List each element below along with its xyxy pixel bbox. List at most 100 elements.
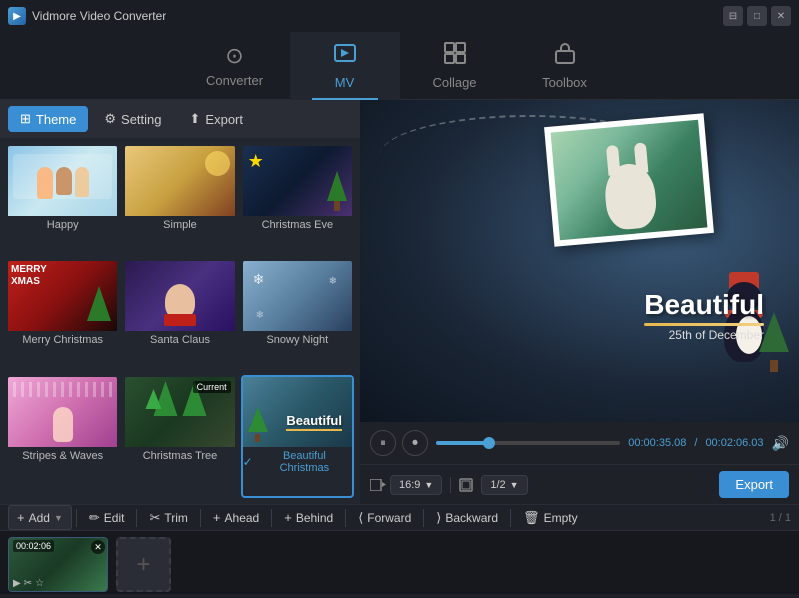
quality-icon bbox=[459, 478, 473, 492]
check-icon: ✓ bbox=[243, 455, 253, 469]
edit-button[interactable]: ✏ Edit bbox=[81, 506, 133, 530]
app-title: Vidmore Video Converter bbox=[32, 9, 166, 23]
video-clip-1[interactable]: ✕ 00:02:06 ▶ ✂ ☆ bbox=[8, 537, 108, 592]
close-button[interactable]: ✕ bbox=[771, 6, 791, 26]
timeline-toolbar: + Add ▼ ✏ Edit ✂ Trim + Ahead + Behind ⟨… bbox=[0, 505, 799, 531]
converter-icon: ⊙ bbox=[225, 43, 243, 69]
time-total: 00:02:06.03 bbox=[705, 437, 763, 449]
theme-grid: Happy Simple ★ Christmas Eve bbox=[0, 138, 360, 504]
aspect-ratio-arrow: ▼ bbox=[424, 480, 433, 490]
pause-button[interactable]: ⏸ bbox=[370, 430, 396, 456]
theme-merry-christmas-thumb: MERRYXMAS bbox=[8, 261, 117, 331]
clip-close-button[interactable]: ✕ bbox=[91, 540, 105, 554]
divider-4 bbox=[271, 509, 272, 527]
add-label: Add bbox=[29, 511, 50, 525]
timeline-track: ✕ 00:02:06 ▶ ✂ ☆ + bbox=[0, 531, 799, 598]
subtab-setting-label: Setting bbox=[121, 112, 161, 127]
aspect-ratio-select[interactable]: 16:9 ▼ bbox=[390, 475, 442, 495]
theme-simple[interactable]: Simple bbox=[123, 144, 236, 255]
progress-bar[interactable] bbox=[436, 441, 620, 445]
preview-subtitle: 25th of December bbox=[644, 328, 764, 342]
behind-button[interactable]: + Behind bbox=[276, 506, 341, 529]
mv-icon bbox=[333, 41, 357, 71]
timeline-area: + Add ▼ ✏ Edit ✂ Trim + Ahead + Behind ⟨… bbox=[0, 504, 799, 594]
collage-icon bbox=[443, 41, 467, 71]
progress-thumb bbox=[483, 437, 495, 449]
control-bar: ⏸ ⏺ 00:00:35.08 / 00:02:06.03 🔊 bbox=[360, 422, 799, 464]
select-group: 16:9 ▼ 1/2 ▼ bbox=[390, 475, 528, 495]
empty-label: Empty bbox=[544, 511, 578, 525]
preview-photo-frame bbox=[544, 113, 714, 246]
add-icon: + bbox=[17, 510, 25, 525]
theme-merry-christmas-label: Merry Christmas bbox=[8, 331, 117, 348]
theme-icon: ⊞ bbox=[20, 111, 31, 127]
tab-converter[interactable]: ⊙ Converter bbox=[180, 32, 290, 100]
minimize-button[interactable]: ⊟ bbox=[723, 6, 743, 26]
tab-collage-label: Collage bbox=[432, 75, 476, 90]
add-dropdown-arrow: ▼ bbox=[54, 513, 63, 523]
left-panel: ⊞ Theme ⚙ Setting ⬆ Export bbox=[0, 100, 360, 504]
subtab-theme-label: Theme bbox=[36, 112, 76, 127]
ahead-label: Ahead bbox=[225, 511, 260, 525]
theme-happy-thumb bbox=[8, 146, 117, 216]
tab-collage[interactable]: Collage bbox=[400, 32, 510, 100]
quality-arrow: ▼ bbox=[510, 480, 519, 490]
clip-star-icon[interactable]: ☆ bbox=[35, 578, 44, 589]
add-clip-button[interactable]: + bbox=[116, 537, 171, 592]
theme-merry-christmas[interactable]: MERRYXMAS Merry Christmas bbox=[6, 259, 119, 370]
theme-snowy-night-label: Snowy Night bbox=[243, 331, 352, 348]
backward-icon: ⟩ bbox=[436, 510, 441, 526]
theme-stripes-waves-label: Stripes & Waves bbox=[8, 447, 117, 464]
trim-button[interactable]: ✂ Trim bbox=[141, 506, 195, 530]
quality-select[interactable]: 1/2 ▼ bbox=[481, 475, 527, 495]
trim-label: Trim bbox=[164, 511, 188, 525]
subtab-export[interactable]: ⬆ Export bbox=[178, 106, 255, 132]
subtab-setting[interactable]: ⚙ Setting bbox=[92, 106, 173, 132]
ahead-button[interactable]: + Ahead bbox=[205, 506, 267, 529]
toolbox-icon bbox=[553, 41, 577, 71]
theme-stripes-waves-thumb bbox=[8, 377, 117, 447]
theme-christmas-tree-label: Christmas Tree bbox=[125, 447, 234, 464]
theme-beautiful-christmas[interactable]: Beautiful ✓ Beautiful Christmas bbox=[241, 375, 354, 498]
theme-christmas-eve-label: Christmas Eve bbox=[243, 216, 352, 233]
subtab-theme[interactable]: ⊞ Theme bbox=[8, 106, 88, 132]
theme-snowy-night[interactable]: ❄ ❄ ❄ Snowy Night bbox=[241, 259, 354, 370]
preview-photo-inner bbox=[551, 120, 708, 240]
preview-title: Beautiful bbox=[644, 289, 764, 321]
title-bar-left: ▶ Vidmore Video Converter bbox=[8, 7, 166, 25]
tab-mv-label: MV bbox=[335, 75, 355, 90]
theme-christmas-eve[interactable]: ★ Christmas Eve bbox=[241, 144, 354, 255]
volume-icon[interactable]: 🔊 bbox=[772, 435, 789, 452]
empty-button[interactable]: 🗑 Empty bbox=[515, 506, 586, 530]
export-button[interactable]: Export bbox=[719, 471, 789, 498]
app-icon: ▶ bbox=[8, 7, 26, 25]
theme-simple-label: Simple bbox=[125, 216, 234, 233]
tree-trunk bbox=[770, 360, 778, 372]
preview-area: Beautiful 25th of December bbox=[360, 100, 799, 422]
theme-santa-claus[interactable]: Santa Claus bbox=[123, 259, 236, 370]
clip-play-icon[interactable]: ▶ bbox=[13, 578, 21, 589]
maximize-button[interactable]: □ bbox=[747, 6, 767, 26]
divider-6 bbox=[423, 509, 424, 527]
theme-snowy-night-thumb: ❄ ❄ ❄ bbox=[243, 261, 352, 331]
tab-toolbox-label: Toolbox bbox=[542, 75, 587, 90]
backward-label: Backward bbox=[445, 511, 498, 525]
add-button[interactable]: + Add ▼ bbox=[8, 505, 72, 530]
behind-icon: + bbox=[284, 510, 292, 525]
clip-trim-icon[interactable]: ✂ bbox=[24, 578, 32, 589]
theme-stripes-waves[interactable]: Stripes & Waves bbox=[6, 375, 119, 498]
forward-button[interactable]: ⟨ Forward bbox=[350, 506, 419, 530]
page-info-toolbar: 1 / 1 bbox=[770, 512, 791, 524]
theme-christmas-tree[interactable]: Current Christmas Tree bbox=[123, 375, 236, 498]
theme-santa-claus-label: Santa Claus bbox=[125, 331, 234, 348]
divider-1 bbox=[76, 509, 77, 527]
clip-controls: ▶ ✂ ☆ bbox=[13, 578, 44, 589]
backward-button[interactable]: ⟩ Backward bbox=[428, 506, 506, 530]
theme-happy[interactable]: Happy bbox=[6, 144, 119, 255]
stop-button[interactable]: ⏺ bbox=[402, 430, 428, 456]
tab-toolbox[interactable]: Toolbox bbox=[510, 32, 620, 100]
theme-beautiful-christmas-label: ✓ Beautiful Christmas bbox=[243, 447, 352, 476]
tab-mv[interactable]: MV bbox=[290, 32, 400, 100]
trash-icon: 🗑 bbox=[523, 510, 540, 526]
title-bar-controls: ⊟ □ ✕ bbox=[723, 6, 791, 26]
